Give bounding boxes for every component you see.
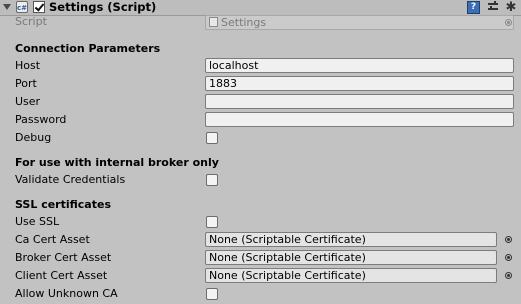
gear-icon[interactable]: ✱ — [504, 1, 518, 14]
broker-cert-field[interactable]: None (Scriptable Certificate) — [205, 250, 497, 265]
validate-credentials-label: Validate Credentials — [15, 173, 126, 186]
broker-cert-label: Broker Cert Asset — [15, 251, 112, 264]
allow-unknown-ca-label: Allow Unknown CA — [15, 287, 118, 300]
script-file-icon — [209, 17, 218, 27]
ssl-heading: SSL certificates — [15, 198, 111, 211]
client-cert-field[interactable]: None (Scriptable Certificate) — [205, 268, 497, 283]
csharp-script-icon: c# — [16, 1, 28, 13]
component-header: c# Settings (Script) ? ✱ — [0, 0, 521, 16]
script-label: Script — [15, 15, 47, 28]
help-icon[interactable]: ? — [467, 1, 480, 14]
port-label: Port — [15, 77, 37, 90]
script-field: Settings — [205, 15, 514, 30]
use-ssl-label: Use SSL — [15, 215, 60, 228]
script-value: Settings — [221, 16, 267, 29]
client-cert-label: Client Cert Asset — [15, 269, 108, 282]
password-input[interactable] — [205, 112, 514, 127]
presets-icon[interactable] — [487, 1, 499, 14]
script-picker-icon — [505, 19, 512, 26]
debug-checkbox[interactable] — [206, 132, 218, 144]
user-label: User — [15, 95, 41, 108]
component-enabled-checkbox[interactable] — [33, 1, 45, 13]
connection-heading: Connection Parameters — [15, 42, 161, 55]
foldout-arrow-icon[interactable] — [3, 4, 11, 10]
broker-cert-picker-icon[interactable] — [505, 254, 512, 261]
host-input[interactable]: localhost — [205, 58, 514, 73]
host-label: Host — [15, 59, 41, 72]
allow-unknown-ca-checkbox[interactable] — [206, 288, 218, 300]
port-input[interactable]: 1883 — [205, 76, 514, 91]
component-title[interactable]: Settings (Script) — [49, 0, 156, 15]
password-label: Password — [15, 113, 67, 126]
client-cert-picker-icon[interactable] — [505, 272, 512, 279]
ca-cert-picker-icon[interactable] — [505, 236, 512, 243]
ca-cert-field[interactable]: None (Scriptable Certificate) — [205, 232, 497, 247]
use-ssl-checkbox[interactable] — [206, 216, 218, 228]
broker-heading: For use with internal broker only — [15, 156, 219, 169]
user-input[interactable] — [205, 94, 514, 109]
ca-cert-label: Ca Cert Asset — [15, 233, 90, 246]
debug-label: Debug — [15, 131, 52, 144]
validate-credentials-checkbox[interactable] — [206, 174, 218, 186]
